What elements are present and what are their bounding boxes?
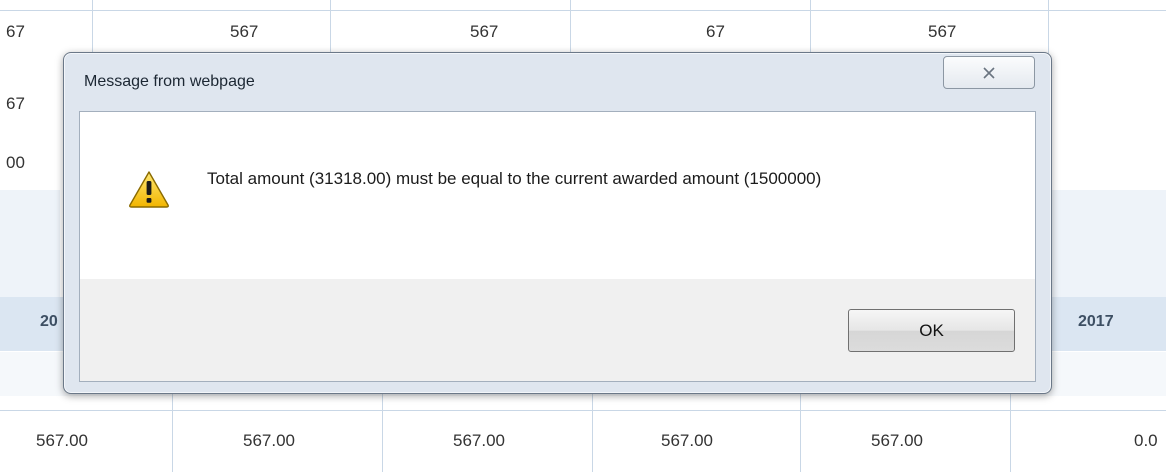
table-cell: 567 <box>470 22 499 41</box>
table-cell: 567.00 <box>453 431 505 450</box>
grid-line <box>1048 0 1049 60</box>
ok-button[interactable]: OK <box>848 309 1015 352</box>
grid-line <box>0 410 1166 411</box>
table-cell: 567.00 <box>871 431 923 450</box>
grid-line <box>1010 392 1011 472</box>
grid-line <box>592 392 593 472</box>
alert-message: Total amount (31318.00) must be equal to… <box>207 169 822 188</box>
table-cell: 567.00 <box>661 431 713 450</box>
dialog-title: Message from webpage <box>84 73 255 90</box>
close-icon <box>982 66 996 79</box>
dialog-content: Total amount (31318.00) must be equal to… <box>79 111 1036 382</box>
row-background <box>0 190 60 300</box>
table-cell: 567.00 <box>243 431 295 450</box>
close-button[interactable] <box>943 56 1035 89</box>
warning-icon <box>128 170 170 213</box>
year-header: 20 <box>40 313 58 330</box>
year-header: 2017 <box>1078 313 1114 330</box>
table-cell: 567 <box>230 22 259 41</box>
table-cell: 0.0 <box>1134 431 1158 450</box>
table-cell: 567 <box>928 22 957 41</box>
grid-line <box>330 0 331 60</box>
table-cell: 67 <box>6 22 25 41</box>
grid-line <box>570 0 571 60</box>
dialog-footer: OK <box>80 279 1035 381</box>
table-cell: 567.00 <box>36 431 88 450</box>
table-cell: 67 <box>706 22 725 41</box>
grid-line <box>810 0 811 60</box>
row-background <box>1050 190 1166 300</box>
grid-line <box>0 10 1166 11</box>
table-cell: 67 <box>6 94 25 113</box>
grid-line <box>800 392 801 472</box>
grid-line <box>382 392 383 472</box>
alert-dialog: Message from webpage Total amount (31318… <box>63 52 1052 394</box>
grid-line <box>172 392 173 472</box>
grid-line <box>92 0 93 60</box>
table-cell: 00 <box>6 153 25 172</box>
